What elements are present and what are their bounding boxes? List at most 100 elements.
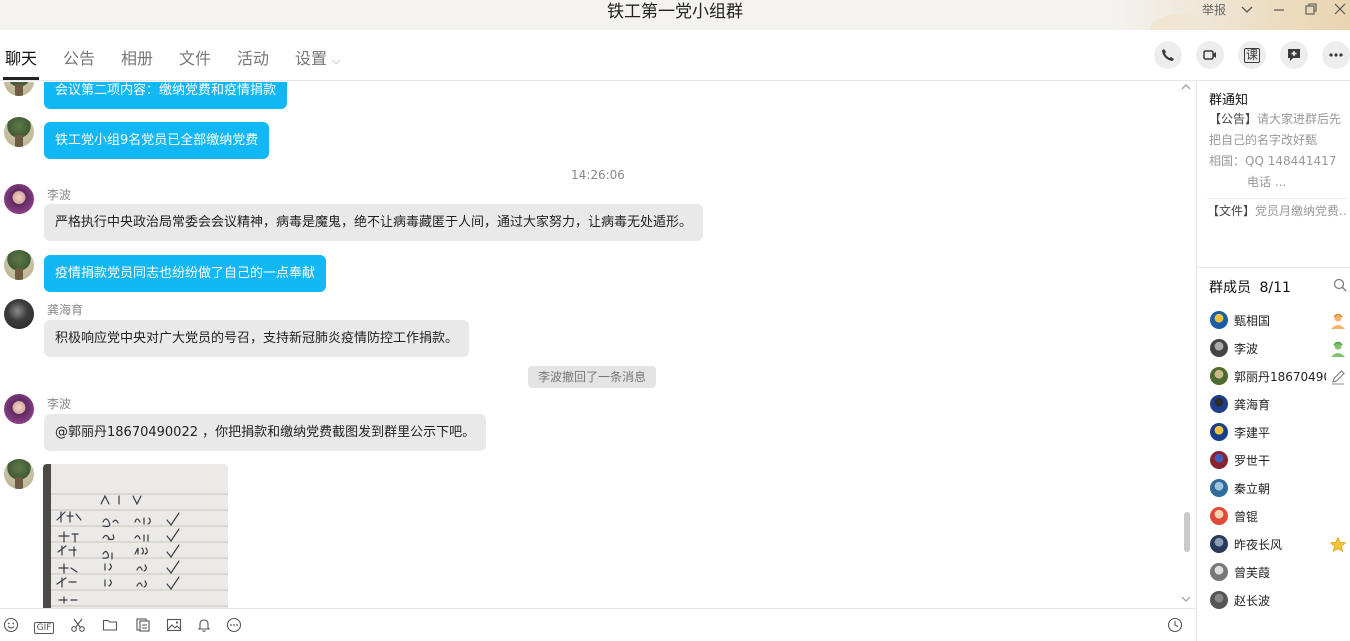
restore-icon[interactable]	[1304, 0, 1320, 22]
member-name: 郭丽丹18670490022	[1234, 370, 1326, 384]
member-name: 李建平	[1234, 426, 1271, 440]
chevron-down-icon: ⌵	[332, 54, 341, 67]
member-name: 昨夜长风	[1234, 538, 1283, 552]
bell-icon[interactable]	[195, 617, 213, 635]
message-bubble[interactable]: 严格执行中央政治局常委会会议精神，病毒是魔鬼，绝不让病毒藏匿于人间，通过大家努力…	[44, 204, 704, 241]
member-avatar[interactable]	[1210, 395, 1228, 413]
member-item[interactable]: 昨夜长风	[1210, 534, 1350, 556]
edit-icon[interactable]	[1329, 368, 1347, 386]
member-name: 赵长波	[1234, 594, 1271, 608]
message-timestamp: 14:26:06	[571, 168, 625, 182]
window-title: 铁工第一党小组群	[607, 2, 743, 22]
gallery-icon[interactable]	[134, 617, 152, 635]
member-name: 曾芙葭	[1234, 566, 1271, 580]
avatar[interactable]	[4, 250, 34, 280]
message-bubble[interactable]: @郭丽丹18670490022 ，你把捐款和缴纳党费截图发到群里公示下吧。	[44, 414, 487, 451]
tab-settings[interactable]: 设置 ⌵	[295, 49, 340, 71]
avatar[interactable]	[4, 459, 34, 489]
message-image[interactable]	[43, 464, 228, 608]
member-avatar[interactable]	[1210, 507, 1228, 525]
add-chat-icon[interactable]	[1280, 41, 1308, 69]
message-bubble[interactable]: 积极响应党中央对广大党员的号召，支持新冠肺炎疫情防控工作捐款。	[44, 320, 470, 357]
emoji-icon[interactable]	[2, 617, 20, 635]
chat-scrollbar[interactable]	[1184, 512, 1190, 552]
tab-bar: 聊天 公告 相册 文件 活动 设置 ⌵ 课	[0, 30, 1350, 81]
announcement-tag: 【公告】	[1209, 112, 1258, 126]
message-bubble[interactable]: 铁工党小组9名党员已全部缴纳党费	[44, 122, 270, 159]
tab-album[interactable]: 相册	[121, 49, 153, 69]
scroll-down-icon[interactable]	[1180, 594, 1192, 606]
divider	[1197, 267, 1350, 268]
group-info-panel: 群通知 【公告】请大家进群后先把自己的名字改好甄 相国：QQ 148441417…	[1196, 82, 1350, 641]
tab-chat[interactable]: 聊天	[2, 49, 40, 80]
member-name: 秦立朝	[1234, 482, 1271, 496]
history-clock-icon[interactable]	[1166, 617, 1184, 635]
file-tag: 【文件】	[1207, 204, 1256, 218]
member-item[interactable]: 龚海育	[1210, 394, 1350, 416]
more-circle-icon[interactable]	[225, 617, 243, 635]
member-name: 李波	[1234, 342, 1259, 356]
admin-person-icon	[1329, 340, 1347, 358]
member-avatar[interactable]	[1210, 367, 1228, 385]
search-icon[interactable]	[1333, 278, 1347, 292]
members-count: 8/11	[1259, 280, 1291, 296]
lesson-icon-glyph: 课	[1243, 47, 1260, 63]
avatar[interactable]	[4, 299, 34, 329]
member-avatar[interactable]	[1210, 423, 1228, 441]
message-bubble[interactable]: 会议第二项内容：缴纳党费和疫情捐款	[44, 82, 288, 109]
member-item[interactable]: 甄相国	[1210, 310, 1350, 332]
gif-icon[interactable]: GIF	[32, 617, 56, 635]
gif-icon-label: GIF	[33, 622, 55, 634]
scissors-icon[interactable]	[69, 617, 87, 635]
members-title: 群成员	[1209, 280, 1251, 296]
sender-name: 李波	[47, 397, 72, 411]
group-notice-content[interactable]: 【公告】请大家进群后先把自己的名字改好甄 相国：QQ 148441417 电话 …	[1209, 109, 1347, 193]
avatar[interactable]	[4, 117, 34, 147]
tab-activity[interactable]: 活动	[237, 49, 269, 69]
member-avatar[interactable]	[1210, 479, 1228, 497]
chevron-down-icon[interactable]	[1240, 0, 1256, 22]
close-icon[interactable]	[1333, 0, 1349, 22]
avatar[interactable]	[4, 82, 34, 96]
title-bar: 铁工第一党小组群 举报	[0, 0, 1350, 30]
member-item[interactable]: 李波	[1210, 338, 1350, 360]
avatar[interactable]	[4, 184, 34, 214]
members-header: 群成员 8/11	[1209, 277, 1291, 297]
star-icon	[1329, 536, 1347, 554]
announcement-contact-2: 电话 ...	[1247, 175, 1287, 189]
tab-settings-label: 设置	[295, 49, 328, 68]
more-icon[interactable]	[1322, 41, 1350, 69]
member-name: 罗世干	[1234, 454, 1271, 468]
phone-icon[interactable]	[1154, 41, 1182, 69]
report-button[interactable]: 举报	[1202, 0, 1226, 22]
member-item[interactable]: 曾锟	[1210, 506, 1350, 528]
member-avatar[interactable]	[1210, 563, 1228, 581]
message-bubble[interactable]: 疫情捐款党员同志也纷纷做了自己的一点奉献	[44, 255, 327, 292]
member-avatar[interactable]	[1210, 591, 1228, 609]
tab-announcement[interactable]: 公告	[63, 49, 95, 69]
image-icon[interactable]	[165, 617, 183, 635]
sender-name: 李波	[47, 188, 72, 202]
member-item[interactable]: 郭丽丹18670490022	[1210, 366, 1350, 388]
avatar[interactable]	[4, 394, 34, 424]
member-avatar[interactable]	[1210, 339, 1228, 357]
scroll-up-icon[interactable]	[1180, 82, 1192, 94]
member-item[interactable]: 秦立朝	[1210, 478, 1350, 500]
tab-files[interactable]: 文件	[179, 49, 211, 69]
input-toolbar: GIF	[0, 608, 1196, 641]
chat-area[interactable]: 会议第二项内容：缴纳党费和疫情捐款 铁工党小组9名党员已全部缴纳党费 14:26…	[0, 82, 1196, 608]
folder-icon[interactable]	[101, 617, 119, 635]
lesson-icon[interactable]: 课	[1238, 41, 1266, 69]
minimize-icon[interactable]	[1272, 0, 1288, 22]
member-name: 曾锟	[1234, 510, 1259, 524]
member-item[interactable]: 赵长波	[1210, 590, 1350, 612]
member-name: 龚海育	[1234, 398, 1271, 412]
file-notice[interactable]: 【文件】党员月缴纳党费...	[1207, 198, 1347, 219]
video-call-icon[interactable]	[1196, 41, 1224, 69]
member-item[interactable]: 李建平	[1210, 422, 1350, 444]
member-avatar[interactable]	[1210, 535, 1228, 553]
member-item[interactable]: 罗世干	[1210, 450, 1350, 472]
member-avatar[interactable]	[1210, 451, 1228, 469]
member-avatar[interactable]	[1210, 311, 1228, 329]
member-item[interactable]: 曾芙葭	[1210, 562, 1350, 584]
